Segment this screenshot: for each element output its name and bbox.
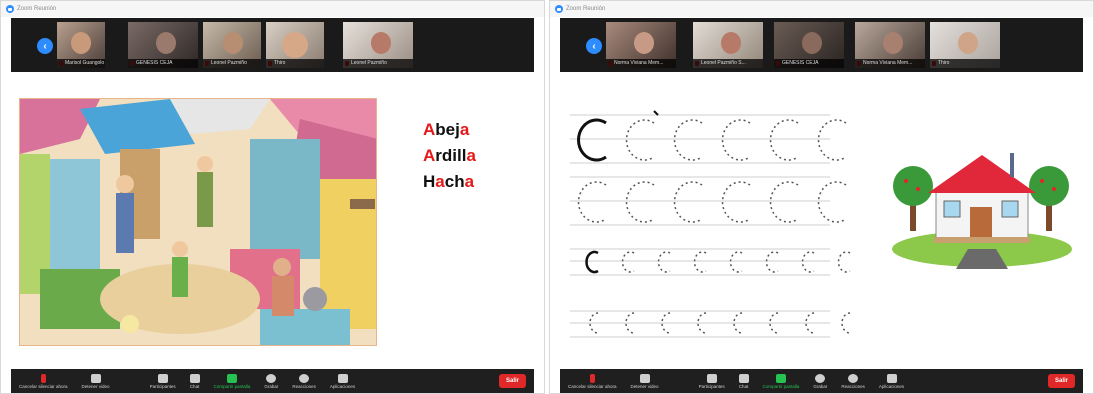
participant-name: GENESIS CEJA	[128, 59, 198, 68]
participants-button[interactable]: Participantes	[150, 373, 176, 389]
vocabulary-words: Abeja Ardilla Hacha	[423, 117, 476, 195]
market-scene-image	[20, 99, 376, 345]
title-bar: Zoom Reunión	[1, 1, 544, 17]
video-button[interactable]: Detener video	[631, 373, 659, 389]
participant-name: Thiro	[266, 59, 324, 68]
participant-tile[interactable]: Thiro	[266, 22, 324, 68]
mute-button[interactable]: Cancelar silenciar ahora	[19, 373, 68, 389]
participant-strip: ‹ Marisol Guangolo GENESIS CEJA Leonel P…	[11, 18, 534, 72]
apps-icon	[886, 373, 897, 383]
share-screen-button[interactable]: Compartir pantalla	[214, 373, 250, 389]
reactions-icon	[848, 373, 859, 383]
participants-button[interactable]: Participantes	[699, 373, 725, 389]
zoom-window-right: Zoom Reunión ‹ Norma Viviana Mem... Leon…	[549, 0, 1094, 394]
house-image	[892, 153, 1072, 269]
share-screen-button[interactable]: Compartir pantalla	[763, 373, 799, 389]
meeting-toolbar: Cancelar silenciar ahora Detener video P…	[11, 369, 534, 393]
camera-icon	[639, 373, 650, 383]
record-icon	[266, 373, 277, 383]
chevron-left-icon[interactable]: ‹	[37, 38, 53, 54]
participant-tile[interactable]: GENESIS CEJA	[128, 22, 198, 68]
chevron-left-icon[interactable]: ‹	[586, 38, 602, 54]
participant-tile[interactable]: GENESIS CEJA	[774, 22, 844, 68]
participant-name: Marisol Guangolo	[57, 59, 105, 68]
word-abeja: Abeja	[423, 120, 470, 139]
record-button[interactable]: Grabar	[264, 373, 278, 389]
participant-name: GENESIS CEJA	[774, 59, 844, 68]
participant-tile[interactable]: Leonel Pazmiño	[343, 22, 413, 68]
participants-icon	[706, 373, 717, 383]
tracing-worksheet-image	[570, 110, 851, 338]
participant-tile[interactable]: Norma Viviana Mem...	[855, 22, 925, 68]
apps-button[interactable]: Aplicaciones	[879, 373, 904, 389]
participant-tile[interactable]: Norma Viviana Mem...	[606, 22, 676, 68]
zoom-window-left: Zoom Reunión ‹ Marisol Guangolo GENESIS …	[0, 0, 545, 394]
reactions-button[interactable]: Reacciones	[292, 373, 316, 389]
participants-icon	[157, 373, 168, 383]
market-illustration	[19, 98, 377, 346]
share-screen-icon	[775, 373, 786, 383]
letter-c-tracing-sheet	[570, 101, 860, 356]
app-title: Zoom Reunión	[17, 6, 57, 12]
zoom-logo-icon	[6, 5, 14, 13]
participant-name: Leonel Pazmiño S...	[693, 59, 763, 68]
participant-name: Leonel Pazmiño	[343, 59, 413, 68]
title-bar: Zoom Reunión	[550, 1, 1093, 17]
microphone-icon	[589, 373, 595, 383]
chat-icon	[189, 373, 200, 383]
participant-tile[interactable]: Marisol Guangolo	[57, 22, 105, 68]
participant-tile[interactable]: Leonel Pazmiño S...	[693, 22, 763, 68]
participant-name: Norma Viviana Mem...	[855, 59, 925, 68]
shared-screen	[550, 81, 1093, 365]
shared-screen: Abeja Ardilla Hacha	[1, 81, 544, 365]
word-ardilla: Ardilla	[423, 146, 476, 165]
meeting-toolbar: Cancelar silenciar ahora Detener video P…	[560, 369, 1083, 393]
chat-button[interactable]: Chat	[189, 373, 200, 389]
participant-tile[interactable]: Leonel Pazmiño	[203, 22, 261, 68]
participant-name: Norma Viviana Mem...	[606, 59, 676, 68]
record-icon	[815, 373, 826, 383]
leave-button[interactable]: Salir	[498, 374, 526, 388]
participant-name: Leonel Pazmiño	[203, 59, 261, 68]
camera-icon	[90, 373, 101, 383]
reactions-button[interactable]: Reacciones	[841, 373, 865, 389]
participant-tile[interactable]: Thiro	[930, 22, 1000, 68]
zoom-logo-icon	[555, 5, 563, 13]
reactions-icon	[299, 373, 310, 383]
chat-icon	[738, 373, 749, 383]
record-button[interactable]: Grabar	[813, 373, 827, 389]
mute-button[interactable]: Cancelar silenciar ahora	[568, 373, 617, 389]
microphone-icon	[40, 373, 46, 383]
share-screen-icon	[226, 373, 237, 383]
leave-button[interactable]: Salir	[1047, 374, 1075, 388]
house-illustration	[888, 141, 1076, 271]
participant-name: Thiro	[930, 59, 1000, 68]
chat-button[interactable]: Chat	[738, 373, 749, 389]
apps-icon	[337, 373, 348, 383]
apps-button[interactable]: Aplicaciones	[330, 373, 355, 389]
word-hacha: Hacha	[423, 172, 475, 191]
video-button[interactable]: Detener video	[82, 373, 110, 389]
participant-strip: ‹ Norma Viviana Mem... Leonel Pazmiño S.…	[560, 18, 1083, 72]
app-title: Zoom Reunión	[566, 6, 606, 12]
